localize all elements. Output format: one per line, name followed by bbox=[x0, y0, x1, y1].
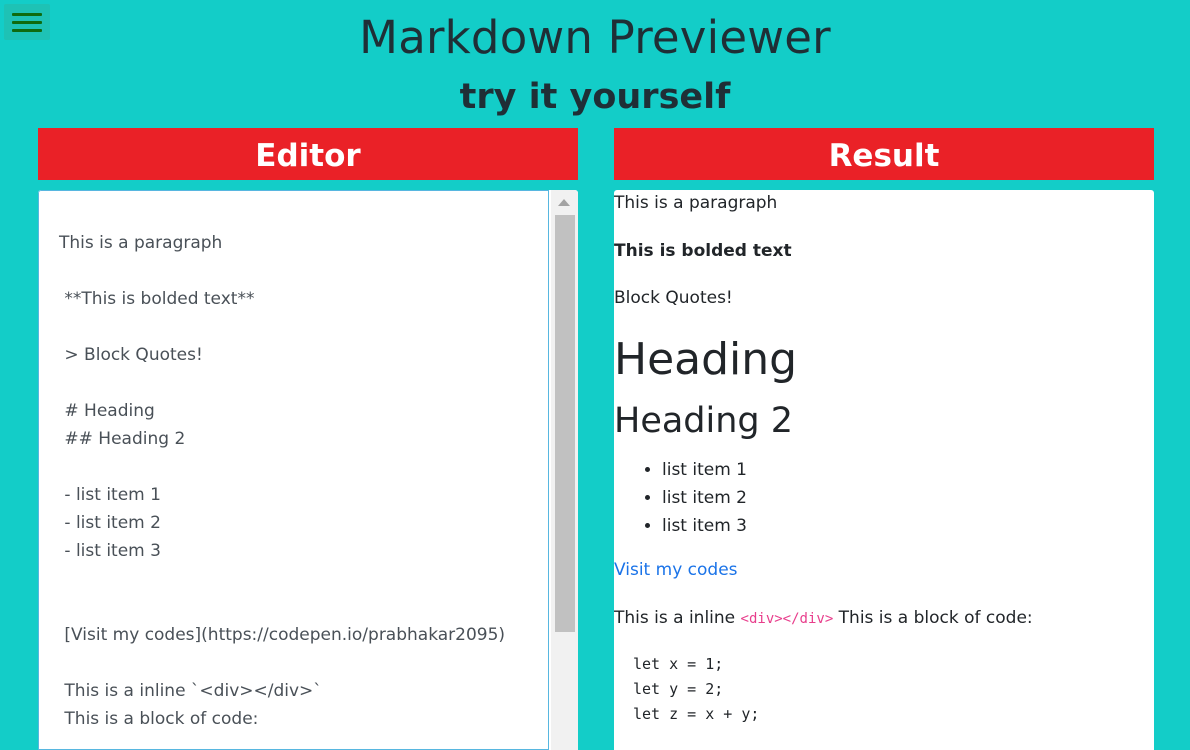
inline-text-after: This is a block of code: bbox=[833, 608, 1033, 628]
editor-panel: This is a paragraph **This is bolded tex… bbox=[38, 190, 578, 750]
result-header: Result bbox=[614, 128, 1154, 180]
preview-inline-line: This is a inline <div></div> This is a b… bbox=[614, 608, 1033, 628]
editor-header: Editor bbox=[38, 128, 578, 180]
inline-code: <div></div> bbox=[740, 611, 834, 627]
editor-textarea[interactable]: This is a paragraph **This is bolded tex… bbox=[38, 190, 549, 750]
preview-paragraph: This is a paragraph bbox=[614, 193, 778, 213]
preview-bold-text: This is bolded text bbox=[614, 241, 792, 261]
editor-scrollbar[interactable] bbox=[551, 190, 578, 750]
preview-code-block: let x = 1; let y = 2; let z = x + y; bbox=[633, 655, 760, 723]
preview-heading-1: Heading bbox=[614, 334, 798, 385]
list-item: list item 2 bbox=[662, 484, 747, 512]
scroll-up-arrow-icon[interactable] bbox=[558, 199, 570, 206]
preview-heading-2: Heading 2 bbox=[614, 401, 794, 441]
preview-list: list item 1 list item 2 list item 3 bbox=[614, 456, 747, 540]
list-item: list item 3 bbox=[662, 512, 747, 540]
list-item: list item 1 bbox=[662, 456, 747, 484]
preview-panel: This is a paragraph This is bolded text … bbox=[614, 190, 1154, 750]
inline-text-before: This is a inline bbox=[614, 608, 741, 628]
page-title: Markdown Previewer bbox=[359, 11, 831, 64]
preview-blockquote: Block Quotes! bbox=[614, 288, 733, 308]
scrollbar-thumb[interactable] bbox=[555, 215, 575, 632]
preview-link[interactable]: Visit my codes bbox=[614, 560, 738, 580]
page-subtitle: try it yourself bbox=[459, 77, 731, 117]
